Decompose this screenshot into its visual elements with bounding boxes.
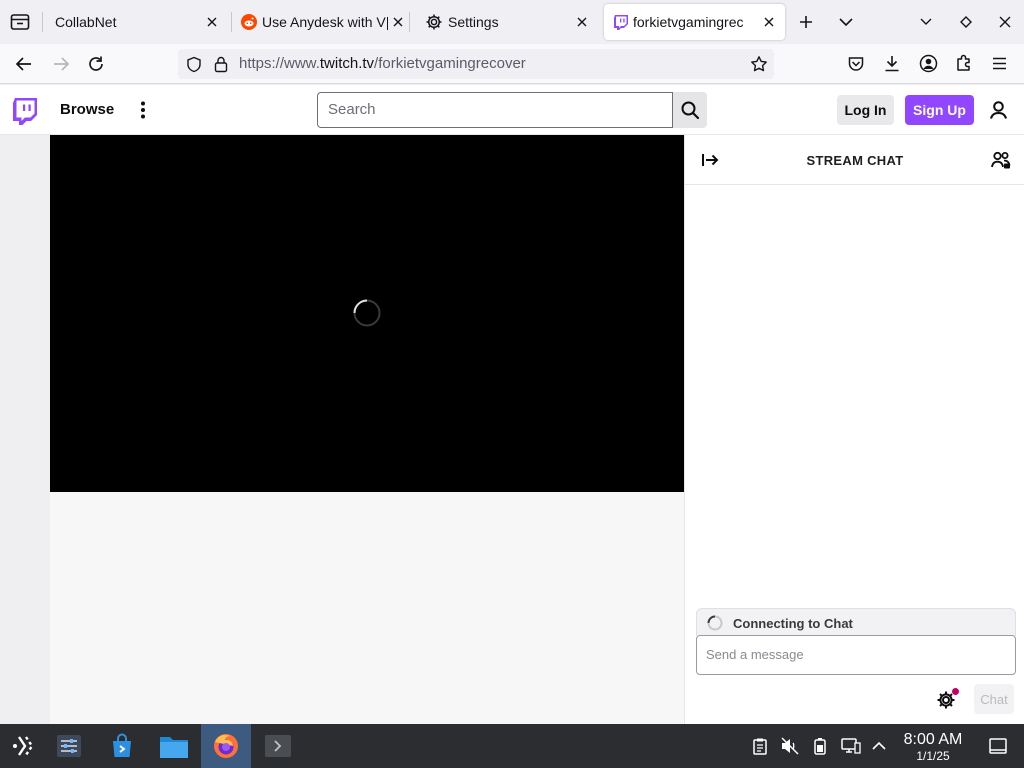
close-window-icon[interactable]	[998, 15, 1012, 29]
lock-icon[interactable]	[213, 55, 229, 73]
account-icon[interactable]	[919, 54, 938, 73]
url-text[interactable]: https://www.twitch.tv/forkietvgamingreco…	[239, 55, 526, 72]
close-icon[interactable]	[390, 14, 406, 30]
tab-settings[interactable]: Settings	[414, 4, 600, 40]
discover-store-icon[interactable]	[97, 724, 147, 768]
firefox-taskbar-icon[interactable]	[201, 724, 251, 768]
connecting-text: Connecting to Chat	[733, 616, 853, 631]
clock-date: 1/1/25	[916, 749, 950, 763]
side-nav	[0, 135, 50, 724]
file-manager-icon[interactable]	[149, 724, 199, 768]
tab-overview-icon[interactable]	[10, 13, 30, 31]
tab-title: CollabNet	[55, 14, 117, 30]
tab-strip: CollabNet Use Anydesk with V| Settings f…	[0, 0, 1024, 44]
show-desktop-icon[interactable]	[988, 737, 1008, 755]
volume-muted-icon[interactable]	[780, 737, 800, 755]
terminal-icon[interactable]	[253, 724, 303, 768]
reload-icon[interactable]	[87, 55, 105, 73]
menu-hamburger-icon[interactable]	[991, 56, 1008, 71]
stream-chat-panel: STREAM CHAT Connecting to Chat Send a me…	[684, 135, 1024, 724]
new-tab-icon[interactable]	[798, 14, 814, 30]
search-button[interactable]	[673, 92, 707, 128]
twitch-logo-icon[interactable]	[12, 97, 38, 125]
twitch-top-nav: Browse Search Log In Sign Up	[0, 85, 1024, 135]
chat-settings-button[interactable]	[936, 688, 959, 710]
tab-collabnet[interactable]: CollabNet	[44, 4, 230, 40]
pocket-icon[interactable]	[847, 55, 865, 73]
tab-twitch[interactable]: forkietvgamingrec	[604, 4, 785, 40]
clock[interactable]: 8:00 AM 1/1/25	[896, 731, 970, 763]
show-hidden-icons-chevron-up-icon[interactable]	[871, 740, 887, 752]
list-tabs-icon[interactable]	[838, 15, 854, 29]
login-button[interactable]: Log In	[837, 95, 894, 125]
downloads-icon[interactable]	[883, 54, 901, 73]
extensions-icon[interactable]	[955, 54, 973, 73]
reddit-icon	[241, 14, 257, 30]
system-taskbar: 8:00 AM 1/1/25	[0, 724, 1024, 768]
address-bar[interactable]: https://www.twitch.tv/forkietvgamingreco…	[178, 49, 774, 79]
tab-title: forkietvgamingrec	[633, 14, 744, 30]
app-launcher-icon[interactable]	[0, 724, 50, 768]
network-wired-icon[interactable]	[841, 737, 861, 755]
battery-icon[interactable]	[813, 737, 827, 755]
maximize-window-icon[interactable]	[958, 14, 974, 30]
loading-spinner-icon	[352, 298, 382, 328]
tab-title: Settings	[448, 14, 499, 30]
browse-link[interactable]: Browse	[60, 101, 114, 118]
close-icon[interactable]	[761, 14, 777, 30]
navigation-toolbar: https://www.twitch.tv/forkietvgamingreco…	[0, 44, 1024, 84]
search-input[interactable]: Search	[317, 92, 673, 128]
chat-title: STREAM CHAT	[806, 153, 904, 168]
gear-icon	[425, 13, 443, 31]
chat-header: STREAM CHAT	[685, 135, 1024, 185]
tab-title: Use Anydesk with V|	[262, 14, 388, 30]
loading-spinner-icon	[707, 615, 723, 631]
chat-send-button[interactable]: Chat	[974, 684, 1014, 714]
chat-message-input[interactable]: Send a message	[696, 635, 1016, 675]
minimize-window-icon[interactable]	[918, 15, 934, 29]
more-options-icon[interactable]	[134, 100, 152, 120]
bookmark-star-icon[interactable]	[750, 55, 768, 73]
channel-info-area	[50, 492, 684, 724]
tracking-shield-icon[interactable]	[186, 56, 202, 73]
clock-time: 8:00 AM	[903, 731, 963, 748]
back-icon[interactable]	[15, 56, 33, 72]
clipboard-icon[interactable]	[752, 737, 768, 755]
video-player[interactable]	[50, 135, 684, 492]
chat-connecting-banner: Connecting to Chat	[696, 608, 1016, 636]
system-settings-icon[interactable]	[44, 724, 94, 768]
signup-button[interactable]: Sign Up	[905, 95, 974, 125]
tab-anydesk[interactable]: Use Anydesk with V|	[232, 4, 408, 40]
notification-dot	[952, 688, 959, 695]
forward-icon	[52, 56, 70, 72]
close-icon[interactable]	[204, 14, 220, 30]
community-users-icon[interactable]	[991, 151, 1011, 169]
twitch-icon	[613, 14, 629, 30]
user-menu-icon[interactable]	[989, 100, 1008, 120]
close-icon[interactable]	[574, 14, 590, 30]
search-icon	[680, 100, 700, 120]
